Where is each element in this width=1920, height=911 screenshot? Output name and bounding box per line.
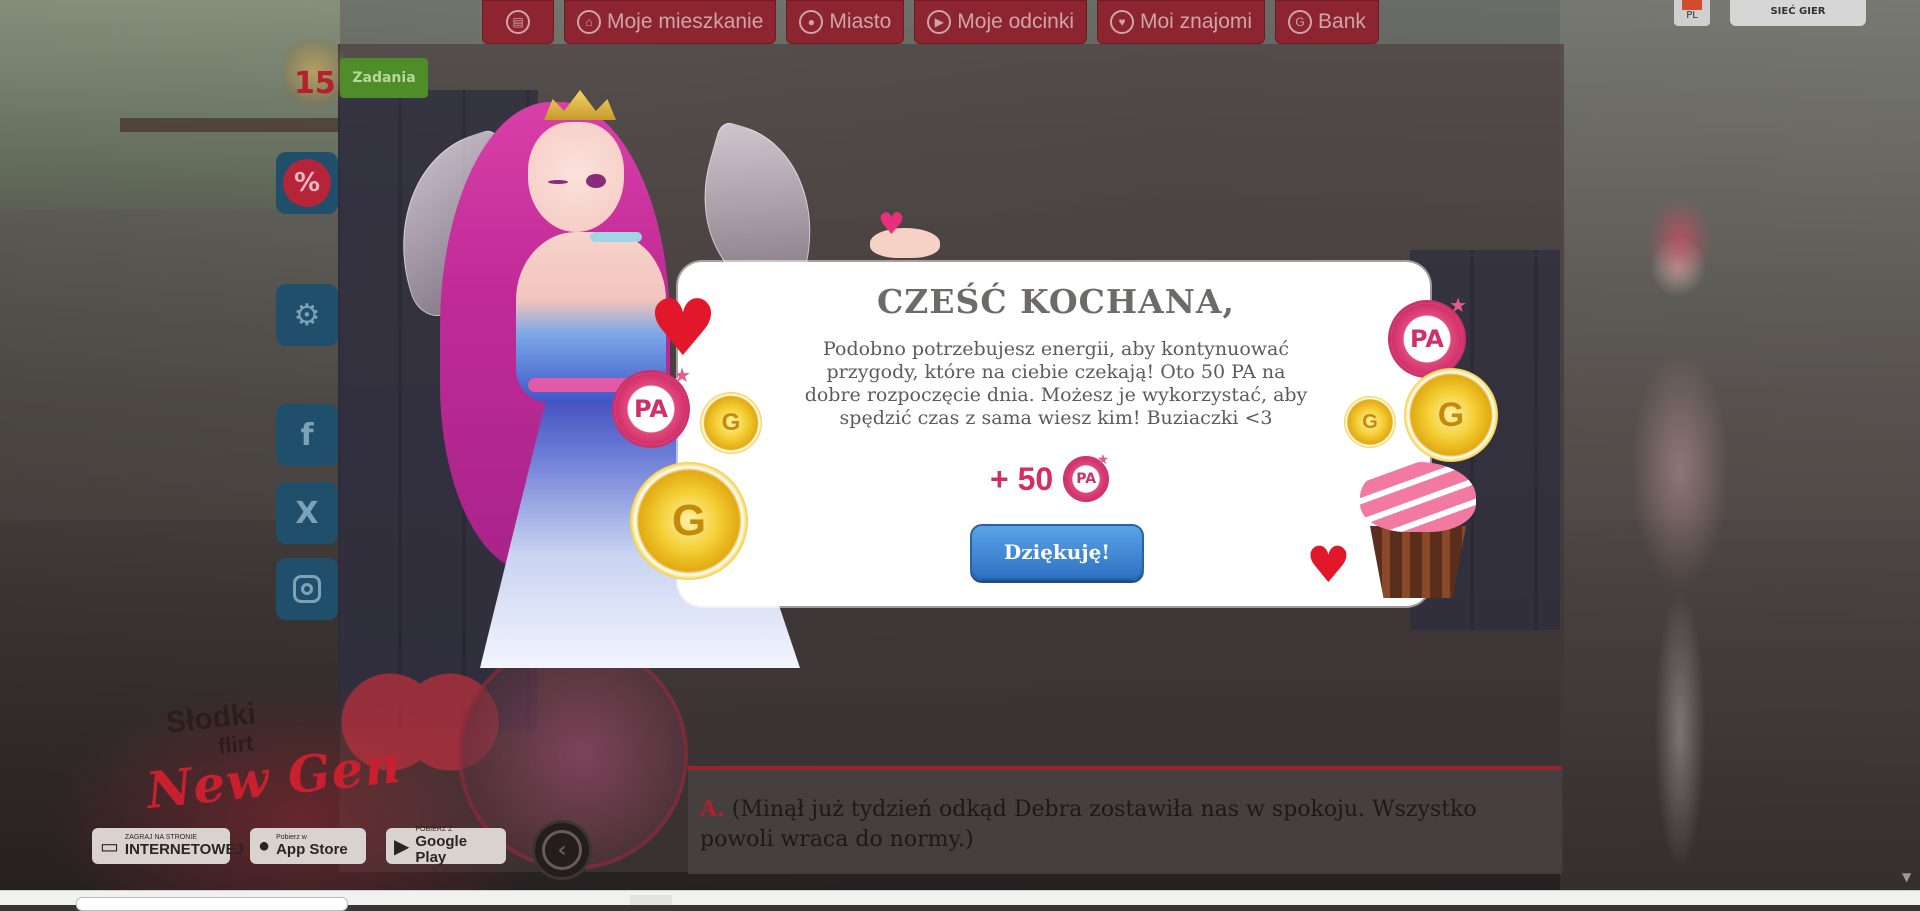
web-store-button[interactable]: ▭ ZAGRAJ NA STRONIE INTERNETOWEJ [92, 828, 244, 864]
google-play-button[interactable]: ▶ POBIERZ Z Google Play [386, 826, 506, 866]
app-store-button[interactable]: ● Pobierz w App Store [250, 828, 366, 864]
nav-button-city[interactable]: ● Miasto [786, 0, 905, 44]
percent-icon: % [283, 159, 331, 207]
google-play-icon: ▶ [394, 835, 410, 858]
pa-coin-icon: PA ★ [1063, 452, 1110, 502]
cupcake-frosting [1360, 462, 1476, 532]
nav-label: Bank [1318, 10, 1366, 33]
popup-title: CZEŚĆ KOCHANA, [877, 282, 1235, 321]
heart-icon: ♥ [1110, 10, 1134, 34]
fairy-eye-wink [548, 180, 568, 184]
reward-amount: + 50 [990, 460, 1054, 497]
store-big-label: Google Play [415, 833, 468, 866]
location-icon: ● [799, 10, 824, 34]
store-big-label: INTERNETOWEJ [124, 841, 244, 858]
popup-message: Podobno potrzebujesz energii, aby kontyn… [804, 338, 1308, 429]
x-icon: X [295, 495, 319, 531]
chevron-left-icon: ‹ [542, 830, 582, 870]
settings-button[interactable]: ⚙ [276, 284, 338, 346]
monitor-icon: ▭ [100, 835, 119, 858]
star-icon: ★ [1096, 452, 1110, 468]
cupcake-base [1370, 526, 1466, 598]
dialogue-speaker: A. [700, 796, 725, 822]
pa-currency-label: PA [634, 395, 668, 423]
gear-icon: ⚙ [293, 297, 321, 333]
pa-currency-label: PA [1076, 471, 1097, 487]
nav-button-my-apartment[interactable]: ⌂ Moje mieszkanie [564, 0, 777, 44]
promo-button[interactable]: % [276, 152, 338, 214]
gold-coin-icon: G [700, 392, 762, 454]
nav-button-episodes-book[interactable]: ▤ [482, 0, 554, 44]
nav-label: Moje odcinki [957, 10, 1074, 33]
fairy-choker [590, 232, 642, 242]
nav-button-my-episodes[interactable]: ▶ Moje odcinki [914, 0, 1087, 44]
back-button[interactable]: ‹ [532, 820, 592, 880]
nav-label: Miasto [829, 10, 892, 33]
nav-label: Moje mieszkanie [607, 10, 764, 33]
coin-icon: G [1288, 10, 1313, 34]
heart-icon: ♥ [648, 284, 718, 374]
tasks-count: 15 [294, 66, 336, 101]
fairy-face [528, 122, 624, 232]
background-shelf [120, 118, 340, 132]
pa-currency-label: PA [1410, 325, 1444, 353]
thank-you-button[interactable]: Dziękuję! [970, 524, 1144, 580]
home-icon: ⌂ [577, 10, 601, 34]
store-big-label: App Store [276, 841, 348, 858]
dialogue-text: (Minął już tydzień odkąd Debra zostawiła… [700, 797, 1477, 852]
facebook-icon: f [300, 417, 314, 453]
book-icon: ▤ [506, 10, 530, 34]
cupcake-icon [1354, 462, 1482, 602]
pa-coin-icon: PA ★ [1388, 293, 1467, 378]
reward-row: + 50 PA ★ [990, 452, 1110, 504]
heart-icon: ♥ [1306, 536, 1351, 594]
gold-coin-icon: G [1344, 396, 1396, 448]
game-network-link[interactable]: SIEĆ GIER [1730, 0, 1866, 26]
gold-coin-icon: G [1404, 368, 1498, 462]
facebook-button[interactable]: f [276, 404, 338, 466]
language-selector[interactable]: PL [1674, 0, 1710, 26]
apple-icon: ● [258, 834, 271, 857]
star-icon: ★ [673, 363, 691, 387]
scroll-down-icon[interactable]: ▼ [1902, 870, 1911, 884]
star-icon: ★ [1449, 293, 1467, 317]
game-network-label: SIEĆ GIER [1770, 6, 1826, 17]
nav-button-bank[interactable]: G Bank [1275, 0, 1379, 44]
instagram-button[interactable] [276, 558, 338, 620]
fairy-eye [586, 174, 606, 188]
top-navigation: ▤ ⌂ Moje mieszkanie ● Miasto ▶ Moje odci… [482, 0, 1379, 44]
background-character [1590, 170, 1770, 870]
gold-coin-icon: G [630, 462, 748, 580]
x-twitter-button[interactable]: X [276, 482, 338, 544]
play-icon: ▶ [927, 10, 952, 34]
instagram-icon [293, 575, 321, 603]
nav-button-my-friends[interactable]: ♥ Moi znajomi [1097, 0, 1266, 44]
pa-coin-icon: PA ★ [612, 363, 691, 448]
browser-status-bar [0, 890, 1920, 911]
dialogue-line[interactable]: A. (Minął już tydzień odkąd Debra zostaw… [700, 794, 1550, 855]
heart-icon: ♥ [878, 207, 905, 242]
nav-label: Moi znajomi [1140, 10, 1253, 33]
browser-search-field[interactable] [76, 897, 348, 911]
tiara-icon [544, 90, 616, 120]
